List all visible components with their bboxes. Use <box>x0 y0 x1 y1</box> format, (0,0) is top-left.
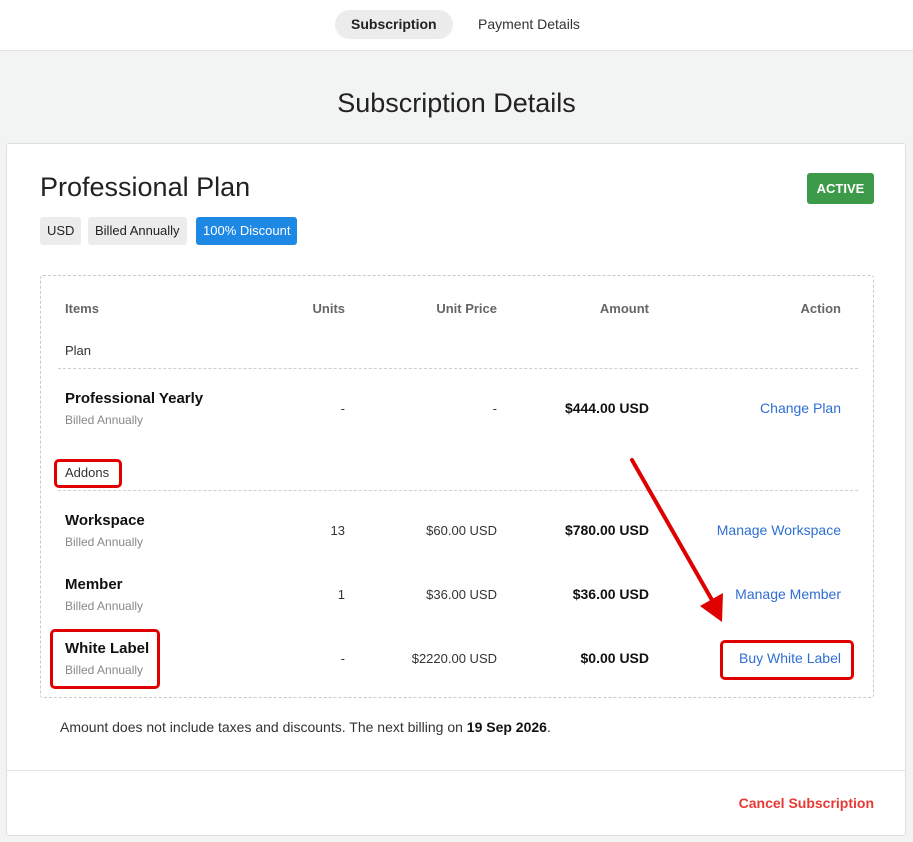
row-billing: Billed Annually <box>65 535 144 549</box>
manage-member-link[interactable]: Manage Member <box>735 586 841 602</box>
row-unit-price: $60.00 USD <box>426 523 497 538</box>
status-badge: ACTIVE <box>807 173 874 204</box>
row-units: 1 <box>337 587 345 602</box>
row-amount: $36.00 USD <box>572 586 649 602</box>
row-amount: $780.00 USD <box>564 522 649 538</box>
annotation-box-addons <box>54 459 122 488</box>
row-unit-price: - <box>492 401 497 416</box>
currency-chip: USD <box>40 217 82 245</box>
tab-payment-details[interactable]: Payment Details <box>462 10 596 39</box>
cancel-subscription-button[interactable]: Cancel Subscription <box>739 795 874 811</box>
divider <box>58 490 858 491</box>
header-amount: Amount <box>599 301 649 316</box>
header-items: Items <box>65 301 99 316</box>
row-name: Member <box>65 576 123 593</box>
divider <box>58 368 858 369</box>
plan-title: Professional Plan <box>40 172 251 202</box>
top-nav: Subscription Payment Details <box>0 0 913 51</box>
row-billing: Billed Annually <box>65 599 144 613</box>
row-units: 13 <box>330 523 345 538</box>
row-billing: Billed Annually <box>65 413 144 427</box>
annotation-box-buy-white-label <box>720 640 854 680</box>
header-units: Units <box>312 301 346 316</box>
billing-note-text: Amount does not include taxes and discou… <box>60 719 467 735</box>
subscription-card: Professional Plan ACTIVE USD Billed Annu… <box>6 143 906 836</box>
annotation-box-white-label <box>50 629 160 689</box>
discount-chip: 100% Discount <box>196 217 298 245</box>
items-table: Items Units Unit Price Amount Action Pla… <box>40 275 874 698</box>
next-billing-date: 19 Sep 2026 <box>466 719 547 735</box>
row-name: Workspace <box>65 512 145 529</box>
header-action: Action <box>800 301 841 316</box>
row-amount: $0.00 USD <box>580 650 649 666</box>
row-unit-price: $2220.00 USD <box>411 651 497 666</box>
row-name: Professional Yearly <box>65 390 204 407</box>
header-unit-price: Unit Price <box>436 301 497 316</box>
billing-chip: Billed Annually <box>88 217 187 245</box>
billing-note: Amount does not include taxes and discou… <box>60 719 551 735</box>
row-units: - <box>340 401 345 416</box>
page-title: Subscription Details <box>337 88 576 118</box>
row-amount: $444.00 USD <box>564 400 649 416</box>
manage-workspace-link[interactable]: Manage Workspace <box>717 522 841 538</box>
section-plan: Plan <box>65 343 92 358</box>
billing-note-suffix: . <box>546 719 551 735</box>
tab-subscription[interactable]: Subscription <box>335 10 453 39</box>
divider <box>7 770 905 771</box>
row-units: - <box>340 651 345 666</box>
row-unit-price: $36.00 USD <box>426 587 497 602</box>
change-plan-link[interactable]: Change Plan <box>760 400 841 416</box>
